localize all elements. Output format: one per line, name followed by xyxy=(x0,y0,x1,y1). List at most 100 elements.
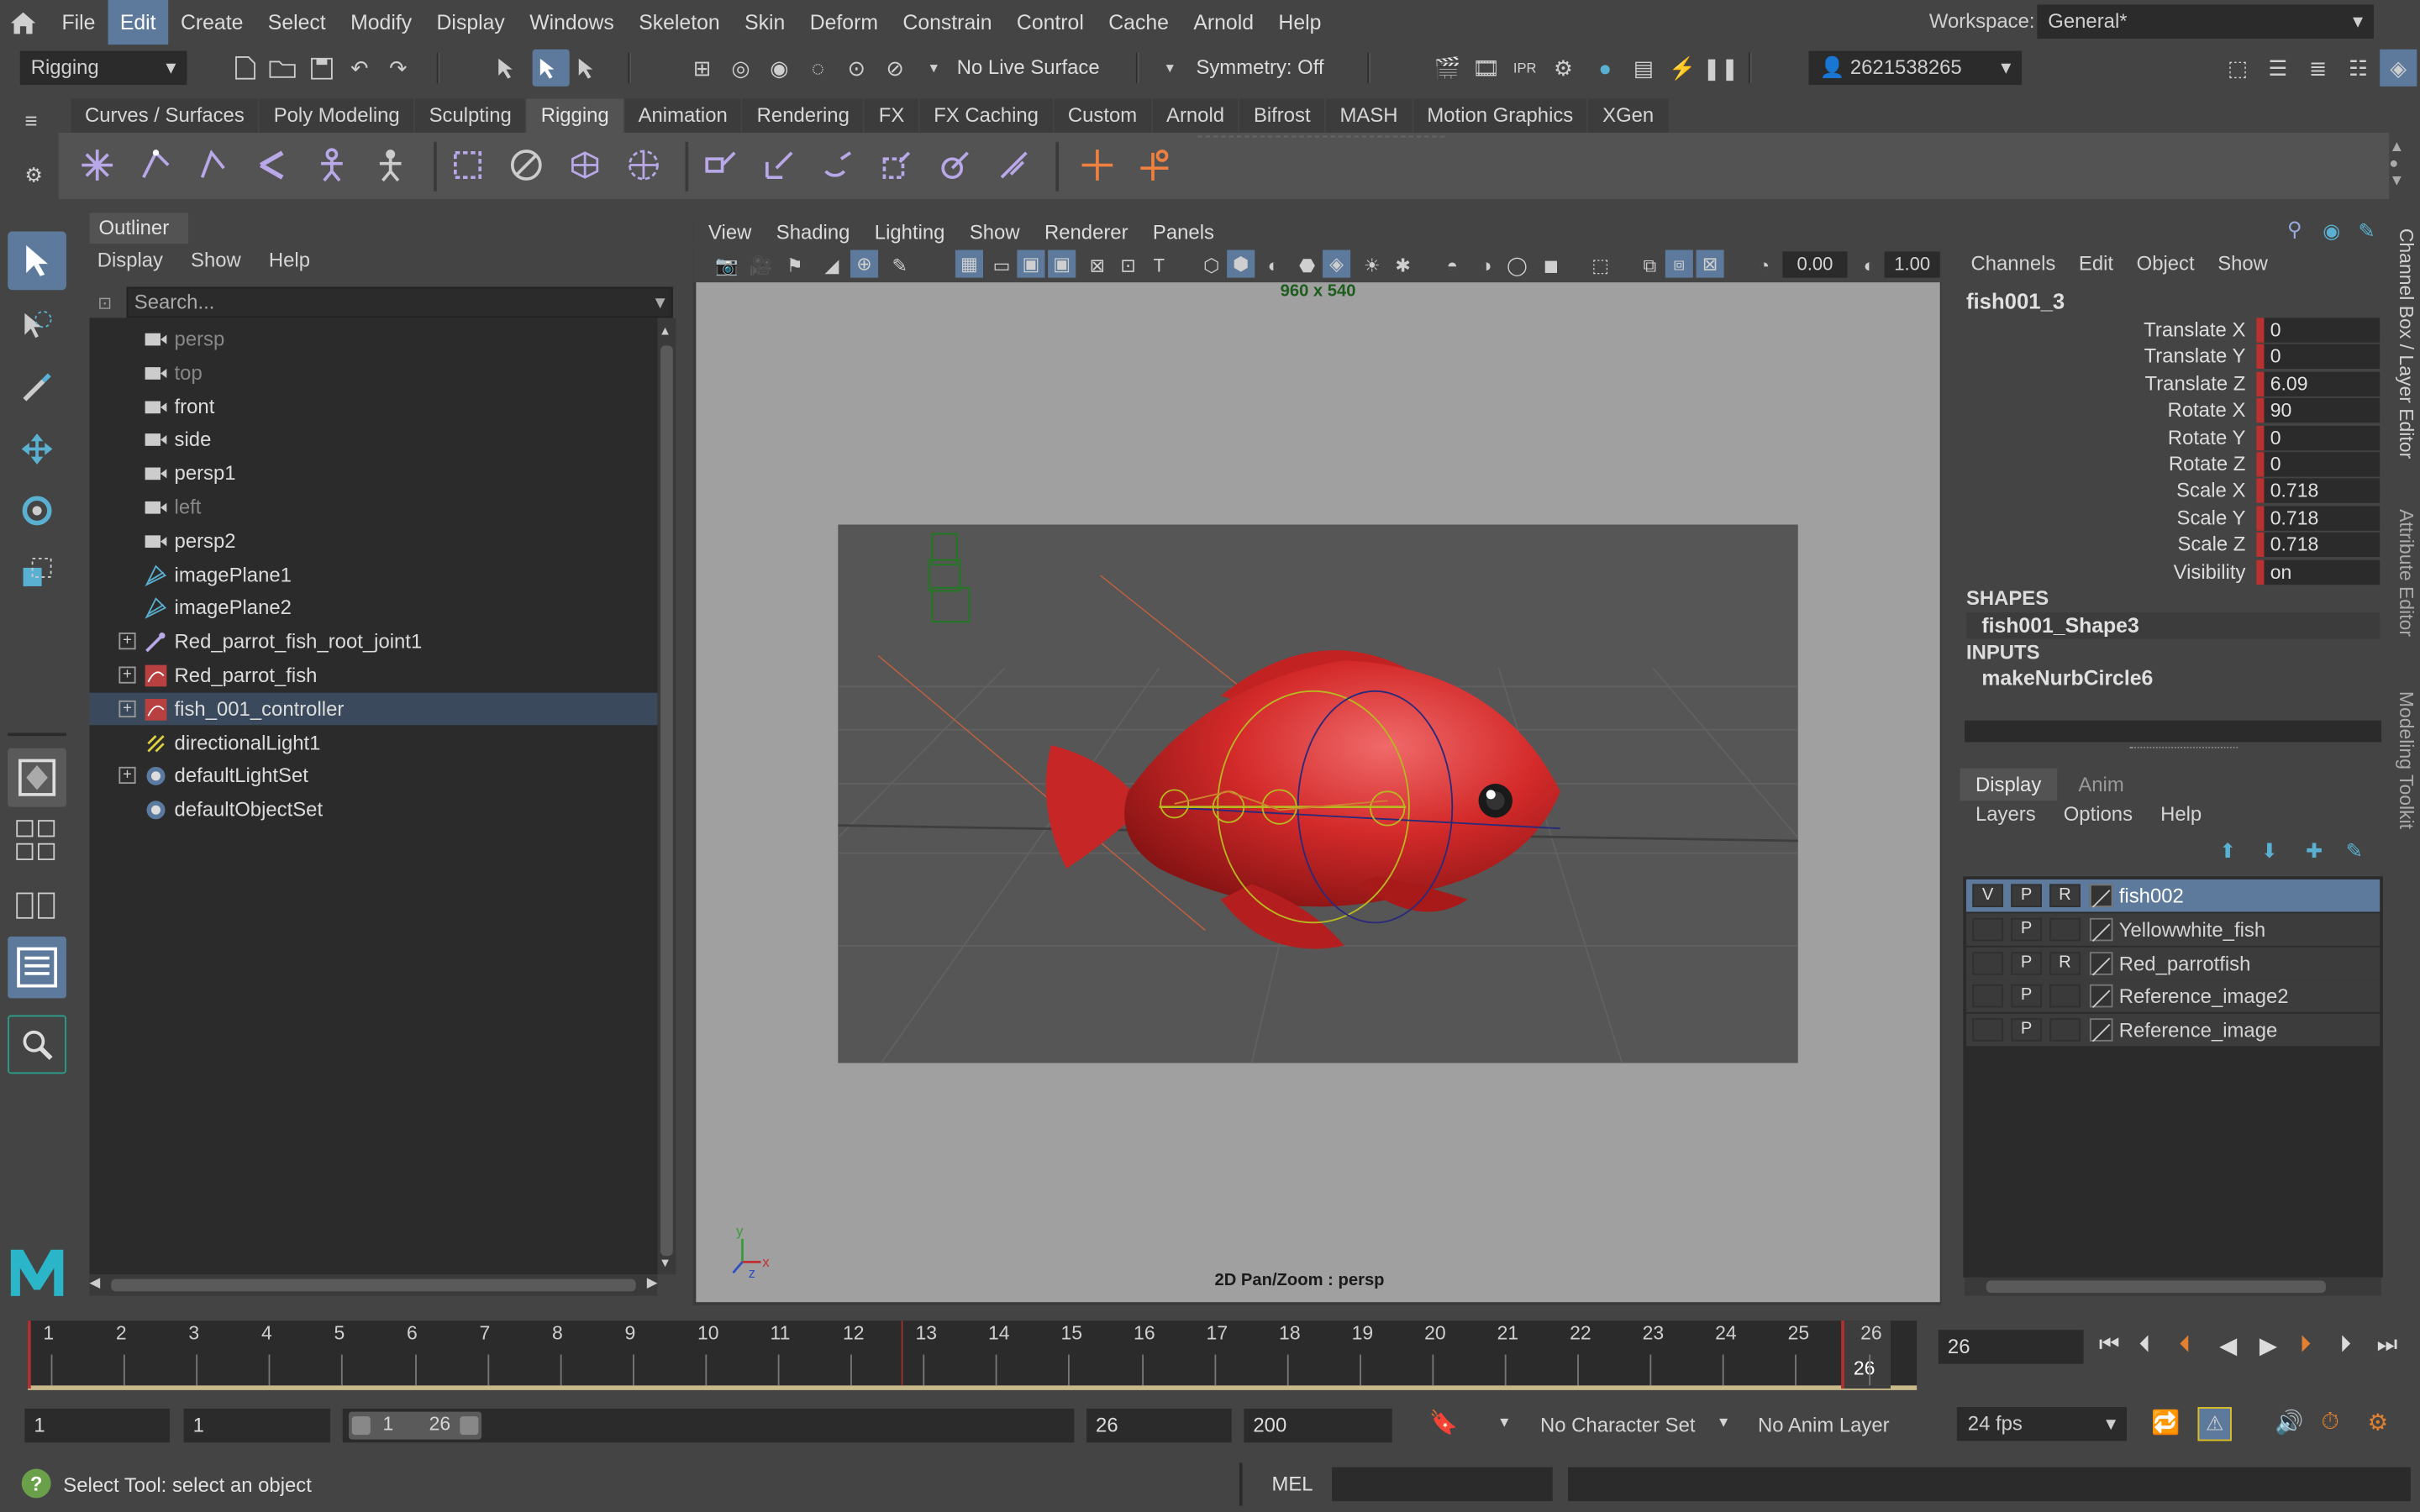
play-backwards-icon[interactable]: ◀ xyxy=(2219,1331,2237,1359)
menu-skeleton[interactable]: Skeleton xyxy=(626,0,732,45)
layer-editor-icon[interactable]: ◈ xyxy=(2380,49,2417,87)
channel-value[interactable]: 0 xyxy=(2256,318,2381,343)
outliner-item[interactable]: imagePlane2 xyxy=(90,591,658,624)
depth-of-field-icon[interactable]: ◼ xyxy=(1536,250,1567,281)
menu-control[interactable]: Control xyxy=(1004,0,1096,45)
bookmark-icon[interactable]: ⚑ xyxy=(780,250,811,281)
visibility-toggle[interactable] xyxy=(1972,1018,2004,1042)
command-input[interactable] xyxy=(1332,1467,1553,1502)
shelf-tab-bifrost[interactable]: Bifrost xyxy=(1239,97,1325,133)
layer-row[interactable]: P Yellowwhite_fish xyxy=(1965,912,2381,946)
expand-icon[interactable]: + xyxy=(118,700,136,717)
ik-handle-icon[interactable] xyxy=(133,142,179,188)
field-chart-icon[interactable]: ⊠ xyxy=(1082,250,1113,281)
use-all-lights-icon[interactable]: ◈ xyxy=(1323,249,1351,278)
outliner-vscrollbar[interactable]: ▲ ▼ xyxy=(657,318,676,1275)
shelf-tab-mash[interactable]: MASH xyxy=(1325,97,1413,133)
chevron-down-icon[interactable]: ▾ xyxy=(1500,1412,1508,1431)
new-layer-icon[interactable]: ✚ xyxy=(2306,839,2323,864)
channel-name[interactable]: Rotate X xyxy=(1952,396,2245,423)
xray-joints-icon[interactable]: ⧈ xyxy=(1665,249,1693,278)
outliner-item[interactable]: persp1 xyxy=(90,457,658,490)
shelf-tab-arnold[interactable]: Arnold xyxy=(1152,97,1239,133)
current-frame-field[interactable]: 26 xyxy=(1938,1330,2084,1364)
paint-weights-icon[interactable] xyxy=(503,142,550,188)
channel-box-menu-edit[interactable]: Edit xyxy=(2068,251,2126,275)
channel-box-menu-object[interactable]: Object xyxy=(2126,251,2207,275)
visibility-toggle[interactable]: V xyxy=(1972,884,2004,907)
render-sequence-icon[interactable]: 🎞 xyxy=(1470,52,1502,83)
menu-display[interactable]: Display xyxy=(424,0,518,45)
channel-value[interactable]: on xyxy=(2256,559,2381,585)
hypershade-icon[interactable]: ● xyxy=(1590,52,1621,83)
auto-key-icon[interactable]: ⚠ xyxy=(2197,1407,2232,1441)
live-surface-label[interactable]: No Live Surface xyxy=(957,55,1100,79)
human-ik-icon[interactable] xyxy=(367,142,413,188)
channel-name[interactable]: Translate Y xyxy=(1952,343,2246,369)
outliner-search-input[interactable]: Search... ▾ xyxy=(126,286,673,318)
search-icon[interactable] xyxy=(8,1015,66,1074)
chevron-down-icon[interactable]: ▾ xyxy=(918,52,950,83)
layer-color-icon[interactable] xyxy=(2089,917,2113,942)
expand-icon[interactable]: + xyxy=(118,633,136,650)
panel-splitter[interactable] xyxy=(2129,746,2238,752)
lattice-icon[interactable] xyxy=(562,142,608,188)
snap-point-icon[interactable]: ◉ xyxy=(764,52,795,83)
wrap-deformer-icon[interactable] xyxy=(620,142,666,188)
outliner-tab[interactable]: Outliner xyxy=(89,213,189,244)
outliner-item[interactable]: + defaultLightSet xyxy=(90,759,658,792)
animation-prefs-icon[interactable]: ⏱ xyxy=(2321,1409,2338,1435)
menu-skin[interactable]: Skin xyxy=(732,0,797,45)
lasso-tool-icon[interactable] xyxy=(8,297,66,355)
skin-weights-icon[interactable] xyxy=(445,142,491,188)
shelf-tab-rigging[interactable]: Rigging xyxy=(527,97,623,133)
playback-toggle[interactable]: P xyxy=(2011,884,2042,907)
shelf-tab-poly-modeling[interactable]: Poly Modeling xyxy=(260,97,414,133)
render-view-icon[interactable]: ▤ xyxy=(1628,52,1660,83)
shelf-menu-icon[interactable]: ≡ xyxy=(24,108,37,133)
character-set-select[interactable]: No Character Set xyxy=(1540,1413,1695,1436)
symmetry-label[interactable]: Symmetry: Off xyxy=(1196,55,1323,79)
orient-constraint-icon[interactable] xyxy=(815,142,861,188)
layer-color-icon[interactable] xyxy=(2089,884,2113,908)
snap-projected-icon[interactable]: ◌ xyxy=(802,52,834,83)
outliner-layout-icon[interactable] xyxy=(8,936,66,999)
new-layer-selected-icon[interactable]: ✎ xyxy=(2346,839,2363,864)
scroll-down-icon[interactable]: ▼ xyxy=(659,1256,671,1270)
go-to-start-icon[interactable]: ⏮ xyxy=(2099,1331,2120,1357)
channel-name[interactable]: Translate X xyxy=(1952,317,2245,343)
render-settings-icon[interactable]: ⚙ xyxy=(1548,52,1579,83)
wireframe-on-shaded-icon[interactable]: ◐ xyxy=(1258,250,1289,281)
home-icon[interactable] xyxy=(0,0,46,45)
channel-box-hscrollbar[interactable] xyxy=(1965,720,2382,743)
attribute-editor-side-tab[interactable]: Attribute Editor xyxy=(2396,509,2417,637)
joint-tool-icon[interactable] xyxy=(74,142,120,188)
channel-value[interactable]: 0.718 xyxy=(2256,479,2381,504)
cluster-icon[interactable] xyxy=(1133,142,1179,188)
scroll-right-icon[interactable]: ▶ xyxy=(647,1274,658,1291)
motion-blur-icon[interactable]: ◑ xyxy=(1470,250,1502,281)
layer-tab-display[interactable]: Display xyxy=(1960,768,2057,801)
shelf-tab-sculpting[interactable]: Sculpting xyxy=(415,97,526,133)
parent-constraint-icon[interactable] xyxy=(697,142,744,188)
shelf-scroll-icon[interactable]: ▲ ● ▼ xyxy=(2389,139,2404,190)
channel-name[interactable]: Scale Y xyxy=(1952,504,2246,530)
move-layer-up-icon[interactable]: ⬆ xyxy=(2219,839,2236,864)
channel-box-toggle-icon[interactable]: ⚲ xyxy=(2287,218,2302,242)
2d-pan-zoom-icon[interactable]: ⊕ xyxy=(850,249,879,278)
layer-color-icon[interactable] xyxy=(2089,951,2113,975)
tool-settings-toggle-icon[interactable]: ✎ xyxy=(2358,219,2375,244)
outliner-item[interactable]: persp2 xyxy=(90,524,658,557)
gate-mask-icon[interactable]: ▣ xyxy=(1048,249,1076,278)
loop-icon[interactable]: 🔁 xyxy=(2151,1409,2180,1436)
smooth-shade-icon[interactable]: ⬢ xyxy=(1227,249,1255,278)
layer-menu-help[interactable]: Help xyxy=(2151,802,2220,826)
shelf-tab-curves-surfaces[interactable]: Curves / Surfaces xyxy=(71,97,259,133)
outliner-item[interactable]: + fish_001_controller xyxy=(89,692,658,725)
shelf-tab-fx[interactable]: FX xyxy=(865,97,918,133)
shelf-tab-custom[interactable]: Custom xyxy=(1054,97,1151,133)
playback-toggle[interactable]: P xyxy=(2011,984,2042,1009)
menu-select[interactable]: Select xyxy=(255,0,338,45)
camera-attributes-icon[interactable]: 🎥 xyxy=(745,250,776,281)
channel-name[interactable]: Scale Z xyxy=(1952,531,2245,557)
